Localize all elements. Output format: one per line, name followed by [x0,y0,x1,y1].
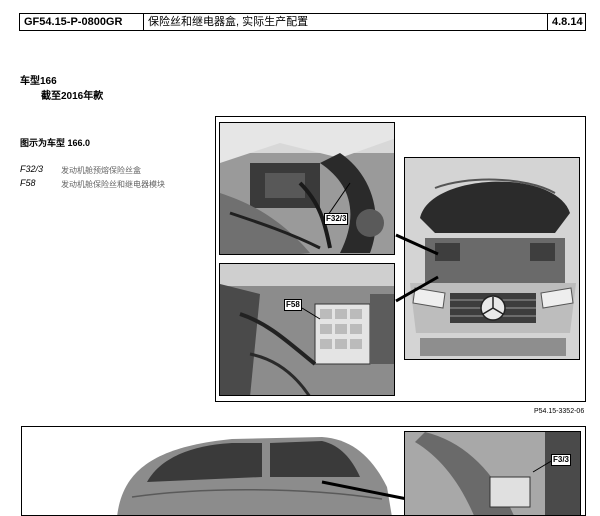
model-line: 车型166 [20,76,57,87]
trunk-fuse-box-drawing [405,432,580,515]
legend-desc: 发动机舱预熔保险丝盒 [61,166,141,175]
callout-lines [395,233,439,303]
engine-bay-figure: F32/3 F58 [215,116,586,402]
vehicle-side-figure: F3/3 [21,426,586,516]
fuse-box-photo-f3-3: F3/3 [404,431,581,515]
doc-title: 保险丝和继电器盒, 实际生产配置 [144,14,548,30]
figure-reference: P54.15-3352-06 [534,408,585,415]
callout-f3-3: F3/3 [551,454,572,466]
legend-code: F58 [20,178,36,188]
model-year-line: 截至2016年款 [41,91,104,102]
header-table: GF54.15-P-0800GR 保险丝和继电器盒, 实际生产配置 4.8.14 [19,13,586,31]
doc-id: GF54.15-P-0800GR [20,14,144,30]
figure-caption: 图示为车型 166.0 [20,138,91,148]
legend-desc: 发动机舱保险丝和继电器模块 [61,180,165,189]
section-number: 4.8.14 [552,16,583,28]
legend-code: F32/3 [20,164,44,174]
